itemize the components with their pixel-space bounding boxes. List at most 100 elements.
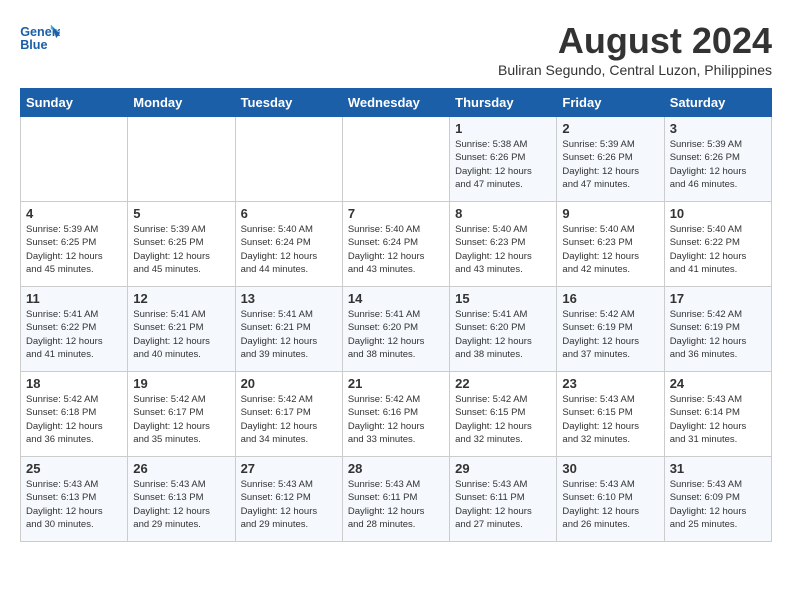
logo-icon: General Blue bbox=[20, 20, 60, 56]
calendar-cell: 18 Sunrise: 5:42 AM Sunset: 6:18 PM Dayli… bbox=[21, 372, 128, 457]
day-info: Sunrise: 5:40 AM Sunset: 6:23 PM Dayligh… bbox=[455, 223, 551, 276]
header-friday: Friday bbox=[557, 89, 664, 117]
calendar-cell: 7Sunrise: 5:40 AM Sunset: 6:24 PM Daylig… bbox=[342, 202, 449, 287]
calendar-cell bbox=[342, 117, 449, 202]
calendar-cell: 26 Sunrise: 5:43 AM Sunset: 6:13 PM Dayli… bbox=[128, 457, 235, 542]
day-info: Sunrise: 5:41 AM Sunset: 6:20 PM Dayligh… bbox=[455, 308, 551, 361]
month-year: August 2024 bbox=[498, 20, 772, 62]
day-number: 9 bbox=[562, 206, 658, 221]
day-info: Sunrise: 5:43 AM Sunset: 6:15 PM Dayligh… bbox=[562, 393, 658, 446]
calendar-cell: 30 Sunrise: 5:43 AM Sunset: 6:10 PM Dayli… bbox=[557, 457, 664, 542]
calendar-cell: 25 Sunrise: 5:43 AM Sunset: 6:13 PM Dayli… bbox=[21, 457, 128, 542]
calendar-cell: 16Sunrise: 5:42 AM Sunset: 6:19 PM Dayli… bbox=[557, 287, 664, 372]
calendar-cell: 4 Sunrise: 5:39 AM Sunset: 6:25 PM Daylig… bbox=[21, 202, 128, 287]
week-row-4: 18 Sunrise: 5:42 AM Sunset: 6:18 PM Dayli… bbox=[21, 372, 772, 457]
day-number: 10 bbox=[670, 206, 766, 221]
day-info: Sunrise: 5:39 AM Sunset: 6:26 PM Dayligh… bbox=[562, 138, 658, 191]
header-tuesday: Tuesday bbox=[235, 89, 342, 117]
day-info: Sunrise: 5:43 AM Sunset: 6:12 PM Dayligh… bbox=[241, 478, 337, 531]
day-number: 27 bbox=[241, 461, 337, 476]
week-row-1: 1Sunrise: 5:38 AM Sunset: 6:26 PM Daylig… bbox=[21, 117, 772, 202]
day-info: Sunrise: 5:39 AM Sunset: 6:25 PM Dayligh… bbox=[133, 223, 229, 276]
day-number: 19 bbox=[133, 376, 229, 391]
calendar-cell: 14Sunrise: 5:41 AM Sunset: 6:20 PM Dayli… bbox=[342, 287, 449, 372]
day-number: 6 bbox=[241, 206, 337, 221]
day-info: Sunrise: 5:40 AM Sunset: 6:24 PM Dayligh… bbox=[241, 223, 337, 276]
calendar-cell: 23Sunrise: 5:43 AM Sunset: 6:15 PM Dayli… bbox=[557, 372, 664, 457]
calendar-cell: 10 Sunrise: 5:40 AM Sunset: 6:22 PM Dayli… bbox=[664, 202, 771, 287]
calendar-cell: 17 Sunrise: 5:42 AM Sunset: 6:19 PM Dayli… bbox=[664, 287, 771, 372]
week-row-5: 25 Sunrise: 5:43 AM Sunset: 6:13 PM Dayli… bbox=[21, 457, 772, 542]
day-number: 13 bbox=[241, 291, 337, 306]
calendar-cell: 12 Sunrise: 5:41 AM Sunset: 6:21 PM Dayli… bbox=[128, 287, 235, 372]
calendar-cell: 28Sunrise: 5:43 AM Sunset: 6:11 PM Dayli… bbox=[342, 457, 449, 542]
week-row-3: 11 Sunrise: 5:41 AM Sunset: 6:22 PM Dayli… bbox=[21, 287, 772, 372]
day-info: Sunrise: 5:39 AM Sunset: 6:25 PM Dayligh… bbox=[26, 223, 122, 276]
calendar-header-row: SundayMondayTuesdayWednesdayThursdayFrid… bbox=[21, 89, 772, 117]
logo: General Blue bbox=[20, 20, 60, 56]
day-number: 24 bbox=[670, 376, 766, 391]
day-number: 29 bbox=[455, 461, 551, 476]
calendar-cell: 20 Sunrise: 5:42 AM Sunset: 6:17 PM Dayli… bbox=[235, 372, 342, 457]
day-number: 11 bbox=[26, 291, 122, 306]
day-info: Sunrise: 5:41 AM Sunset: 6:21 PM Dayligh… bbox=[133, 308, 229, 361]
day-number: 2 bbox=[562, 121, 658, 136]
day-info: Sunrise: 5:42 AM Sunset: 6:17 PM Dayligh… bbox=[241, 393, 337, 446]
calendar-cell: 15 Sunrise: 5:41 AM Sunset: 6:20 PM Dayli… bbox=[450, 287, 557, 372]
day-number: 5 bbox=[133, 206, 229, 221]
day-number: 26 bbox=[133, 461, 229, 476]
calendar-cell: 6 Sunrise: 5:40 AM Sunset: 6:24 PM Daylig… bbox=[235, 202, 342, 287]
day-info: Sunrise: 5:39 AM Sunset: 6:26 PM Dayligh… bbox=[670, 138, 766, 191]
header-monday: Monday bbox=[128, 89, 235, 117]
svg-text:Blue: Blue bbox=[20, 38, 47, 52]
day-info: Sunrise: 5:42 AM Sunset: 6:19 PM Dayligh… bbox=[670, 308, 766, 361]
day-info: Sunrise: 5:43 AM Sunset: 6:09 PM Dayligh… bbox=[670, 478, 766, 531]
day-info: Sunrise: 5:43 AM Sunset: 6:11 PM Dayligh… bbox=[455, 478, 551, 531]
title-block: August 2024 Buliran Segundo, Central Luz… bbox=[498, 20, 772, 78]
calendar-cell: 11 Sunrise: 5:41 AM Sunset: 6:22 PM Dayli… bbox=[21, 287, 128, 372]
calendar-cell: 22Sunrise: 5:42 AM Sunset: 6:15 PM Dayli… bbox=[450, 372, 557, 457]
day-number: 1 bbox=[455, 121, 551, 136]
calendar-cell: 1Sunrise: 5:38 AM Sunset: 6:26 PM Daylig… bbox=[450, 117, 557, 202]
day-number: 7 bbox=[348, 206, 444, 221]
calendar-cell: 13 Sunrise: 5:41 AM Sunset: 6:21 PM Dayli… bbox=[235, 287, 342, 372]
page-header: General Blue August 2024 Buliran Segundo… bbox=[20, 20, 772, 78]
day-info: Sunrise: 5:43 AM Sunset: 6:13 PM Dayligh… bbox=[133, 478, 229, 531]
day-info: Sunrise: 5:42 AM Sunset: 6:16 PM Dayligh… bbox=[348, 393, 444, 446]
calendar-cell: 24 Sunrise: 5:43 AM Sunset: 6:14 PM Dayli… bbox=[664, 372, 771, 457]
day-number: 12 bbox=[133, 291, 229, 306]
header-thursday: Thursday bbox=[450, 89, 557, 117]
day-info: Sunrise: 5:42 AM Sunset: 6:18 PM Dayligh… bbox=[26, 393, 122, 446]
day-info: Sunrise: 5:43 AM Sunset: 6:14 PM Dayligh… bbox=[670, 393, 766, 446]
day-number: 22 bbox=[455, 376, 551, 391]
day-info: Sunrise: 5:41 AM Sunset: 6:21 PM Dayligh… bbox=[241, 308, 337, 361]
day-number: 21 bbox=[348, 376, 444, 391]
day-info: Sunrise: 5:40 AM Sunset: 6:22 PM Dayligh… bbox=[670, 223, 766, 276]
day-info: Sunrise: 5:43 AM Sunset: 6:13 PM Dayligh… bbox=[26, 478, 122, 531]
day-number: 25 bbox=[26, 461, 122, 476]
calendar-cell: 29 Sunrise: 5:43 AM Sunset: 6:11 PM Dayli… bbox=[450, 457, 557, 542]
day-number: 3 bbox=[670, 121, 766, 136]
calendar-cell: 21 Sunrise: 5:42 AM Sunset: 6:16 PM Dayli… bbox=[342, 372, 449, 457]
day-number: 15 bbox=[455, 291, 551, 306]
calendar-cell: 3 Sunrise: 5:39 AM Sunset: 6:26 PM Daylig… bbox=[664, 117, 771, 202]
calendar-cell bbox=[235, 117, 342, 202]
calendar-cell: 27 Sunrise: 5:43 AM Sunset: 6:12 PM Dayli… bbox=[235, 457, 342, 542]
day-number: 14 bbox=[348, 291, 444, 306]
day-number: 8 bbox=[455, 206, 551, 221]
location: Buliran Segundo, Central Luzon, Philippi… bbox=[498, 62, 772, 78]
day-number: 30 bbox=[562, 461, 658, 476]
calendar-cell: 9Sunrise: 5:40 AM Sunset: 6:23 PM Daylig… bbox=[557, 202, 664, 287]
day-info: Sunrise: 5:42 AM Sunset: 6:19 PM Dayligh… bbox=[562, 308, 658, 361]
day-number: 4 bbox=[26, 206, 122, 221]
day-number: 31 bbox=[670, 461, 766, 476]
day-info: Sunrise: 5:43 AM Sunset: 6:10 PM Dayligh… bbox=[562, 478, 658, 531]
day-number: 17 bbox=[670, 291, 766, 306]
day-number: 18 bbox=[26, 376, 122, 391]
calendar-cell: 5 Sunrise: 5:39 AM Sunset: 6:25 PM Daylig… bbox=[128, 202, 235, 287]
day-number: 20 bbox=[241, 376, 337, 391]
calendar-cell bbox=[128, 117, 235, 202]
day-number: 28 bbox=[348, 461, 444, 476]
week-row-2: 4 Sunrise: 5:39 AM Sunset: 6:25 PM Daylig… bbox=[21, 202, 772, 287]
day-info: Sunrise: 5:41 AM Sunset: 6:22 PM Dayligh… bbox=[26, 308, 122, 361]
